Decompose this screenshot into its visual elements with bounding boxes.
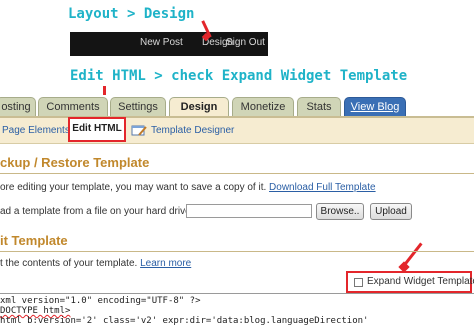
tab-view-blog[interactable]: View Blog	[344, 97, 406, 118]
top-nav-bar: New Post Design Sign Out	[70, 32, 268, 56]
learn-more-link[interactable]: Learn more	[140, 258, 191, 269]
template-designer-icon	[131, 125, 147, 136]
code-line-3: html b:version='2' class='v2' expr:dir='…	[0, 316, 369, 326]
tab-posting[interactable]: osting	[0, 97, 36, 118]
expand-widget-label[interactable]: Expand Widget Templates	[367, 276, 474, 287]
subtab-page-elements[interactable]: Page Elements	[2, 125, 70, 136]
code-line-1: xml version="1.0" encoding="UTF-8" ?>	[0, 296, 201, 306]
tab-stats[interactable]: Stats	[297, 97, 341, 118]
upload-button[interactable]: Upload	[370, 203, 412, 220]
code-line-2: DOCTYPE html>	[0, 306, 71, 316]
edit-template-heading: it Template	[0, 233, 68, 248]
upload-file-field[interactable]	[186, 204, 312, 218]
upload-prompt: ad a template from a file on your hard d…	[0, 206, 194, 217]
backup-intro-text: ore editing your template, you may want …	[0, 182, 267, 193]
annotation-layout-design: Layout > Design	[68, 6, 195, 22]
backup-heading-rule	[0, 173, 474, 174]
subtab-edit-html[interactable]: Edit HTML	[68, 117, 126, 142]
backup-restore-heading: ckup / Restore Template	[0, 155, 150, 170]
tab-settings[interactable]: Settings	[110, 97, 166, 118]
edit-intro-text: t the contents of your template.	[0, 258, 138, 269]
template-code-editor[interactable]: xml version="1.0" encoding="UTF-8" ?> DO…	[0, 293, 474, 326]
tab-monetize[interactable]: Monetize	[232, 97, 294, 118]
edit-heading-rule	[0, 251, 474, 252]
nav-new-post-link[interactable]: New Post	[140, 37, 183, 48]
browse-button[interactable]: Browse..	[316, 203, 364, 220]
annotation-edit-html: Edit HTML > check Expand Widget Template	[70, 68, 408, 84]
backup-intro: ore editing your template, you may want …	[0, 182, 376, 193]
expand-widget-highlight: Expand Widget Templates	[346, 271, 474, 293]
edit-intro: t the contents of your template. Learn m…	[0, 258, 191, 269]
subtab-template-designer[interactable]: Template Designer	[151, 125, 234, 136]
expand-widget-checkbox[interactable]	[354, 278, 363, 287]
main-tab-row: osting Comments Settings Design Monetize…	[0, 95, 474, 119]
download-full-template-link[interactable]: Download Full Template	[269, 182, 376, 193]
nav-sign-out-link[interactable]: Sign Out	[226, 37, 265, 48]
tab-comments[interactable]: Comments	[38, 97, 108, 118]
